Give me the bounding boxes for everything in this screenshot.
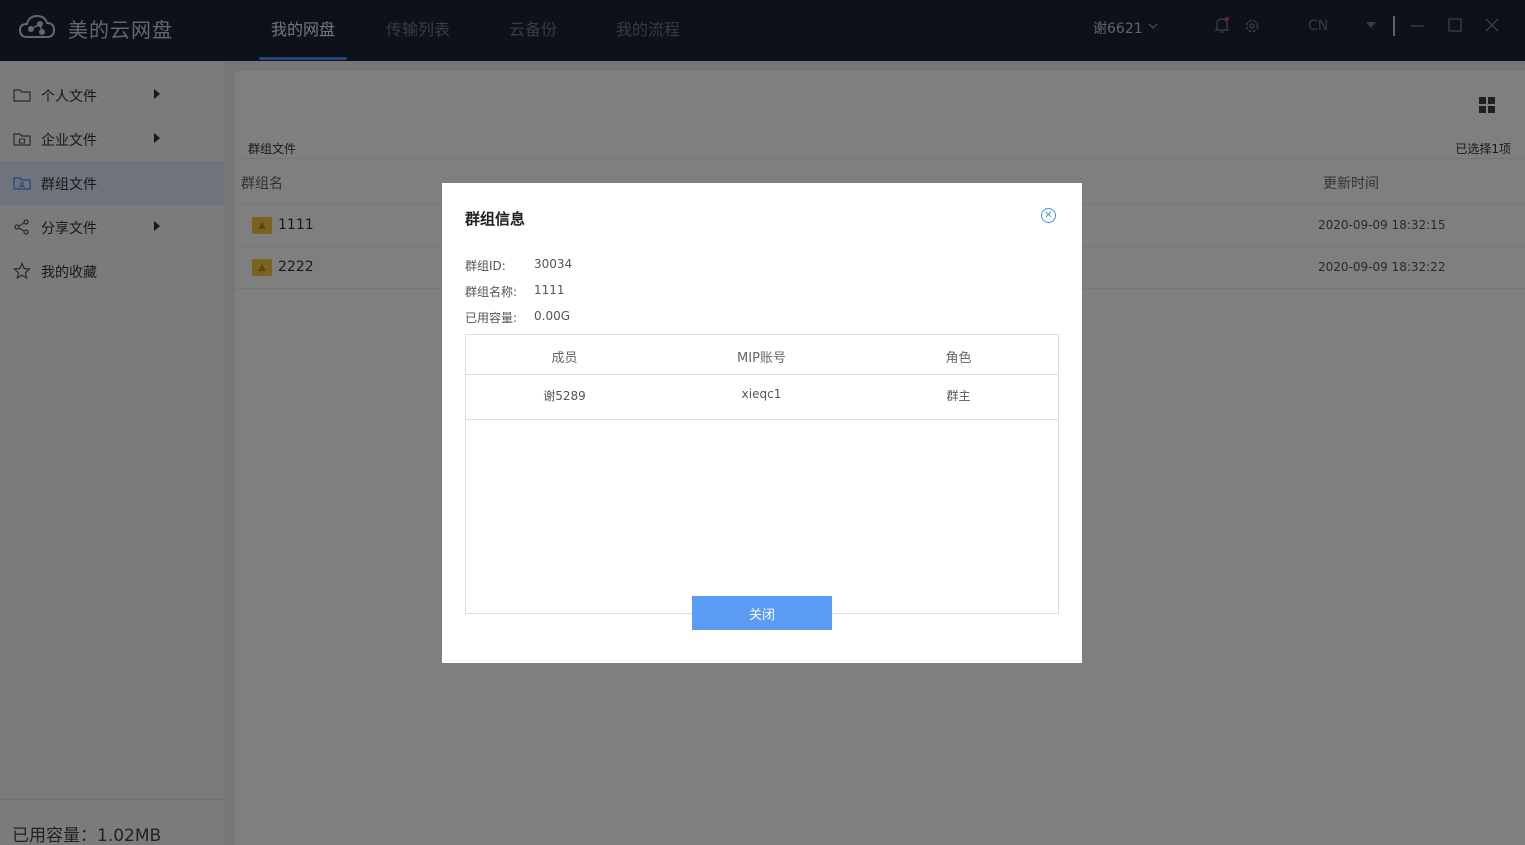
member-table: 成员 MIP账号 角色 谢5289 xieqc1 群主 bbox=[465, 334, 1059, 614]
column-header-account: MIP账号 bbox=[737, 351, 786, 366]
group-capacity-value: 0.00G bbox=[534, 309, 571, 323]
member-name: 谢5289 bbox=[543, 389, 586, 403]
column-header-role: 角色 bbox=[945, 351, 972, 366]
dialog-title: 群组信息 bbox=[465, 210, 526, 228]
group-info-dialog: 群组信息 ✕ 群组ID: 30034 群组名称: 1111 已用容量: 0.00… bbox=[442, 183, 1082, 663]
member-role: 群主 bbox=[946, 389, 971, 403]
group-id-value: 30034 bbox=[534, 257, 573, 271]
group-capacity-label: 已用容量: bbox=[465, 311, 518, 325]
member-table-header: 成员 MIP账号 角色 bbox=[466, 335, 1058, 375]
table-row: 谢5289 xieqc1 群主 bbox=[466, 375, 1058, 420]
close-button[interactable]: 关闭 bbox=[692, 596, 832, 630]
modal-overlay[interactable]: 群组信息 ✕ 群组ID: 30034 群组名称: 1111 已用容量: 0.00… bbox=[0, 0, 1525, 845]
group-name-value: 1111 bbox=[534, 283, 565, 297]
member-account: xieqc1 bbox=[741, 387, 782, 401]
group-name-label: 群组名称: bbox=[465, 285, 518, 299]
dialog-close-icon[interactable]: ✕ bbox=[1041, 208, 1056, 223]
column-header-member: 成员 bbox=[551, 351, 578, 366]
group-id-label: 群组ID: bbox=[465, 259, 506, 273]
